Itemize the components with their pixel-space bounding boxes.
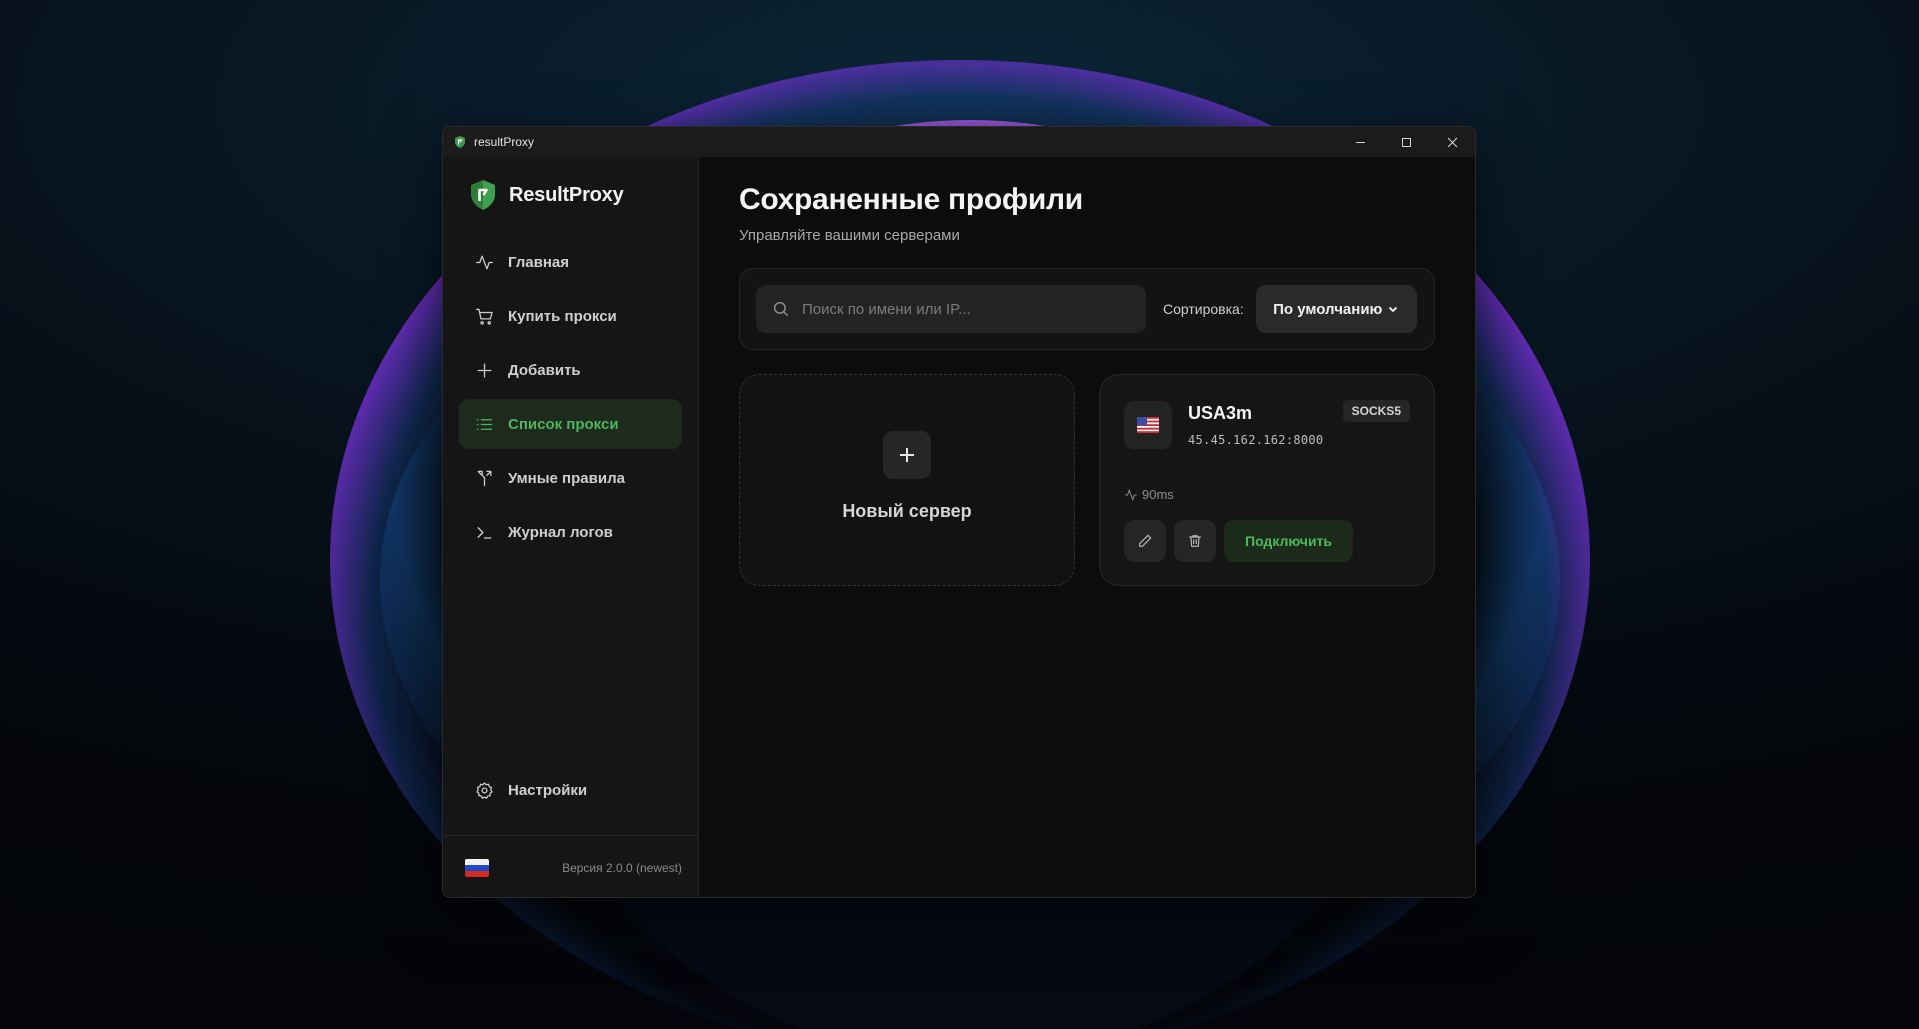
sidebar-item-label: Список прокси: [508, 415, 619, 433]
russia-flag-icon[interactable]: [465, 858, 489, 877]
sidebar-item-add[interactable]: Добавить: [459, 345, 682, 395]
usa-flag-icon: [1137, 417, 1159, 433]
maximize-icon: [1401, 137, 1411, 147]
search-input[interactable]: [802, 300, 1122, 318]
gear-icon: [476, 781, 493, 799]
plus-icon: [900, 447, 914, 462]
sidebar-item-label: Умные правила: [508, 469, 625, 487]
brand: ResultProxy: [443, 157, 698, 233]
brand-name: ResultProxy: [509, 183, 624, 206]
edit-server-button[interactable]: [1124, 520, 1166, 562]
country-flag: [1124, 401, 1172, 449]
logo-shield-icon: [471, 180, 495, 210]
connect-button[interactable]: Подключить: [1224, 520, 1354, 562]
sidebar-item-buy-proxy[interactable]: Купить прокси: [459, 291, 682, 341]
new-server-card[interactable]: Новый сервер: [739, 374, 1075, 586]
sidebar-item-logs[interactable]: Журнал логов: [459, 507, 682, 557]
terminal-icon: [477, 526, 492, 539]
pencil-icon: [1139, 534, 1152, 547]
title-bar[interactable]: resultProxy: [443, 127, 1475, 157]
server-actions: Подключить: [1124, 520, 1354, 562]
server-name: USA3m: [1188, 403, 1253, 423]
server-card[interactable]: USA3m 45.45.162.162:8000 SOCKS5 90ms Под…: [1099, 374, 1435, 586]
sidebar: ResultProxy Главная Купить прокси Добави…: [443, 157, 699, 897]
close-icon: [1447, 137, 1457, 147]
page-title: Сохраненные профили: [739, 183, 1083, 216]
version-label: Версия 2.0.0 (newest): [562, 860, 682, 875]
sidebar-item-label: Добавить: [508, 361, 581, 379]
sidebar-item-label: Журнал логов: [508, 523, 613, 541]
cart-icon: [475, 308, 493, 325]
sidebar-footer: Версия 2.0.0 (newest): [443, 835, 698, 897]
maximize-button[interactable]: [1383, 127, 1429, 157]
sort-dropdown[interactable]: По умолчанию: [1255, 285, 1417, 333]
sort-label: Сортировка:: [1163, 301, 1244, 317]
search-box[interactable]: [756, 285, 1146, 333]
plus-icon: [477, 363, 492, 377]
split-icon: [477, 470, 492, 486]
sidebar-item-settings[interactable]: Настройки: [459, 765, 682, 815]
trash-icon: [1189, 535, 1201, 547]
sidebar-item-label: Настройки: [508, 781, 588, 799]
server-address: 45.45.162.162:8000: [1188, 433, 1324, 447]
server-cards: Новый сервер USA3m 45.45.162.162:8000 SO…: [739, 374, 1435, 586]
sidebar-item-label: Купить прокси: [508, 307, 617, 325]
add-server-button[interactable]: [883, 430, 931, 479]
ping-indicator: 90ms: [1124, 487, 1174, 502]
main-content: Сохраненные профили Управляйте вашими се…: [699, 157, 1475, 897]
minimize-icon: [1355, 141, 1365, 143]
app-window: resultProxy ResultProxy Главная Купить п…: [442, 126, 1476, 898]
sort-value: По умолчанию: [1273, 300, 1383, 318]
sidebar-item-home[interactable]: Главная: [459, 237, 682, 287]
sidebar-item-smart-rules[interactable]: Умные правила: [459, 453, 682, 503]
sidebar-nav: Главная Купить прокси Добавить Список пр…: [443, 237, 698, 557]
ping-value: 90ms: [1142, 487, 1174, 502]
page-subtitle: Управляйте вашими серверами: [739, 227, 960, 244]
new-server-label: Новый сервер: [842, 500, 972, 521]
window-controls: [1337, 127, 1475, 157]
sidebar-item-label: Главная: [508, 253, 570, 271]
search-icon: [773, 301, 789, 317]
chevron-down-icon: [1389, 306, 1398, 313]
activity-icon: [475, 255, 494, 269]
list-icon: [476, 418, 493, 430]
protocol-badge: SOCKS5: [1342, 400, 1410, 422]
window-title: resultProxy: [474, 135, 535, 149]
app-shield-icon: [455, 136, 465, 148]
minimize-button[interactable]: [1337, 127, 1383, 157]
close-button[interactable]: [1429, 127, 1475, 157]
filter-toolbar: Сортировка: По умолчанию: [739, 268, 1435, 350]
delete-server-button[interactable]: [1174, 520, 1216, 562]
activity-icon: [1125, 488, 1137, 501]
sidebar-item-proxy-list[interactable]: Список прокси: [459, 399, 682, 449]
